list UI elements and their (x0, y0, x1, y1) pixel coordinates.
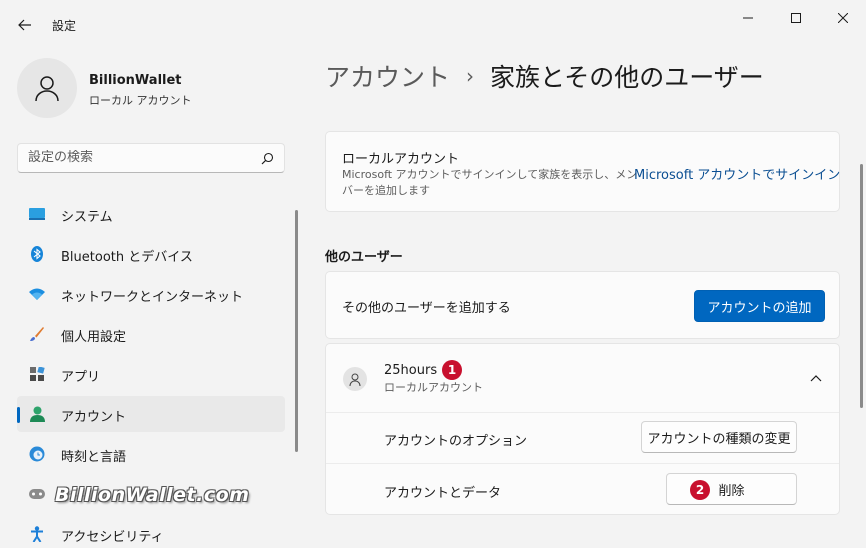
minimize-button[interactable] (728, 8, 768, 28)
user-avatar (343, 367, 367, 391)
sidebar-item-label: 個人用設定 (61, 330, 127, 345)
main-scrollbar[interactable] (860, 164, 863, 408)
step-badge-1: 1 (442, 360, 462, 380)
user-expander: 25hours 1 ローカルアカウント アカウントのオプション アカウントの種類… (325, 343, 840, 515)
local-account-title: ローカルアカウント (342, 152, 460, 167)
chevron-up-icon[interactable] (810, 374, 822, 382)
local-account-card: ローカルアカウント Microsoft アカウントでサインインして家族を表示し、… (325, 131, 840, 212)
personalization-icon (29, 326, 45, 342)
app-title: 設定 (52, 19, 77, 33)
add-user-card: その他のユーザーを追加する アカウントの追加 (325, 271, 840, 339)
sidebar-item-label: アクセシビリティ (61, 530, 164, 545)
apps-icon (29, 366, 45, 382)
system-icon (29, 206, 45, 222)
microsoft-signin-link[interactable]: Microsoft アカウントでサインイン (634, 164, 840, 183)
profile-name: BillionWallet (89, 73, 182, 88)
sidebar-item-label: アカウント (61, 410, 127, 425)
sidebar-item-label: アプリ (61, 370, 101, 385)
sidebar-item-personalization[interactable]: 個人用設定 (17, 316, 285, 352)
watermark: BillionWallet.com (55, 484, 250, 506)
title-bar: 設定 (0, 0, 866, 48)
search-box[interactable] (17, 143, 285, 173)
bluetooth-icon (29, 246, 45, 262)
accessibility-icon (29, 526, 45, 542)
person-icon (35, 76, 59, 102)
sidebar-item-system[interactable]: システム (17, 196, 285, 232)
back-arrow-icon (18, 19, 31, 31)
step-badge-2: 2 (690, 480, 710, 500)
other-users-heading: 他のユーザー (325, 250, 403, 265)
close-button[interactable] (823, 8, 863, 28)
delete-button-label: 削除 (718, 483, 745, 499)
sidebar-item-time-language[interactable]: 時刻と言語 (17, 436, 285, 472)
network-icon (29, 286, 45, 302)
sidebar-item-label: システム (61, 210, 113, 225)
add-user-label: その他のユーザーを追加する (342, 301, 511, 316)
breadcrumb: アカウント › 家族とその他のユーザー (325, 58, 764, 94)
change-account-type-button[interactable]: アカウントの種類の変更 (641, 421, 797, 453)
maximize-button[interactable] (776, 8, 816, 28)
user-expander-header[interactable]: 25hours 1 ローカルアカウント (326, 344, 839, 412)
account-data-label: アカウントとデータ (384, 486, 502, 501)
search-input[interactable] (28, 150, 248, 165)
local-account-description-1: Microsoft アカウントでサインインして家族を表示し、メン (342, 168, 638, 181)
breadcrumb-separator: › (466, 64, 475, 88)
sidebar-item-label: 時刻と言語 (61, 450, 127, 465)
sidebar: BillionWallet ローカル アカウント システム Bluetooth … (0, 48, 300, 548)
sidebar-item-accessibility[interactable]: アクセシビリティ (17, 516, 285, 548)
accounts-icon (29, 406, 45, 422)
delete-button[interactable]: 削除 (666, 473, 797, 505)
back-button[interactable] (12, 12, 38, 38)
sidebar-item-accounts[interactable]: アカウント (17, 396, 285, 432)
user-name: 25hours (384, 363, 438, 378)
maximize-icon (791, 13, 801, 23)
search-icon (261, 152, 274, 165)
local-account-description-2: バーを追加します (342, 184, 430, 197)
time-language-icon (29, 446, 45, 462)
close-icon (838, 13, 848, 23)
person-icon (349, 373, 361, 386)
page-title: 家族とその他のユーザー (490, 63, 764, 92)
sidebar-item-apps[interactable]: アプリ (17, 356, 285, 392)
user-account-type: ローカルアカウント (384, 381, 483, 394)
avatar[interactable] (17, 58, 77, 118)
account-options-label: アカウントのオプション (384, 434, 528, 449)
divider (326, 412, 839, 413)
sidebar-item-bluetooth[interactable]: Bluetooth とデバイス (17, 236, 285, 272)
profile-account-type: ローカル アカウント (89, 94, 192, 107)
sidebar-scrollbar[interactable] (295, 210, 298, 452)
sidebar-item-label: ネットワークとインターネット (61, 290, 244, 305)
breadcrumb-parent[interactable]: アカウント (325, 63, 450, 92)
add-account-button[interactable]: アカウントの追加 (694, 290, 825, 322)
sidebar-item-network[interactable]: ネットワークとインターネット (17, 276, 285, 312)
gaming-icon (29, 486, 45, 502)
divider (326, 463, 839, 464)
sidebar-item-label: Bluetooth とデバイス (61, 250, 193, 265)
minimize-icon (743, 17, 753, 19)
